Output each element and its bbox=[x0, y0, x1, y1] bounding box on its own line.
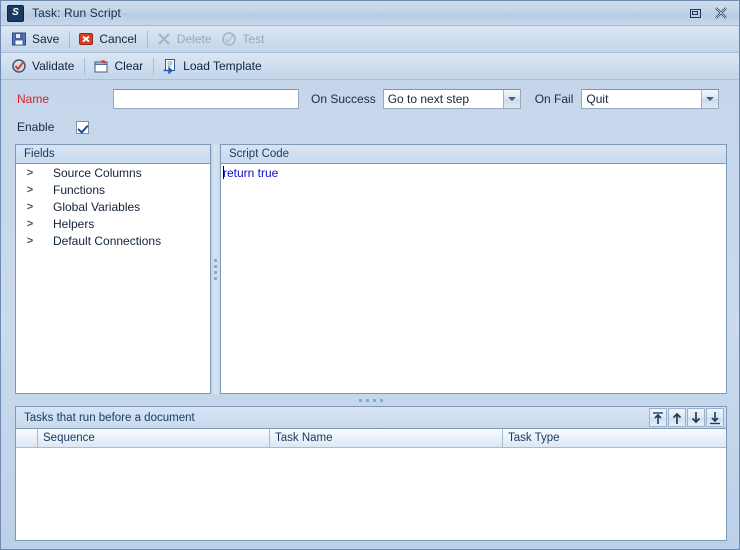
tasks-grid[interactable]: Sequence Task Name Task Type bbox=[16, 429, 726, 540]
cancel-icon bbox=[79, 33, 94, 45]
tree-item-global-variables[interactable]: > Global Variables bbox=[16, 198, 210, 215]
on-success-value: Go to next step bbox=[387, 92, 470, 106]
on-success-dropdown[interactable]: Go to next step bbox=[382, 89, 521, 109]
enable-row: Enable bbox=[17, 116, 729, 138]
tasks-before-document-pane: Tasks that run before a document Sequenc… bbox=[15, 406, 727, 541]
delete-icon bbox=[157, 33, 170, 45]
column-header-task-name[interactable]: Task Name bbox=[270, 429, 503, 447]
toolbar-separator bbox=[84, 57, 86, 75]
tasks-grid-header-row: Sequence Task Name Task Type bbox=[16, 429, 726, 448]
name-input[interactable] bbox=[113, 89, 299, 109]
on-fail-chevron-down-icon[interactable] bbox=[701, 90, 719, 108]
splitter-grip-icon bbox=[359, 398, 383, 402]
chevron-right-icon[interactable]: > bbox=[22, 218, 38, 230]
close-icon bbox=[715, 7, 727, 19]
chevron-right-icon[interactable]: > bbox=[22, 184, 38, 196]
clear-button[interactable]: Clear bbox=[89, 56, 149, 76]
on-fail-dropdown[interactable]: Quit bbox=[581, 89, 720, 109]
column-header-task-type[interactable]: Task Type bbox=[503, 429, 726, 447]
move-to-bottom-button[interactable] bbox=[706, 408, 724, 427]
enable-checkbox[interactable] bbox=[76, 120, 90, 134]
move-down-icon bbox=[691, 411, 701, 423]
tree-item-label: Global Variables bbox=[53, 199, 141, 214]
title-bar: S Task: Run Script bbox=[1, 1, 739, 26]
load-template-label: Load Template bbox=[183, 59, 262, 73]
load-template-button[interactable]: Load Template bbox=[158, 56, 268, 76]
tree-item-label: Source Columns bbox=[53, 165, 142, 180]
window-controls bbox=[687, 5, 735, 21]
middle-section: Fields > Source Columns > Functions > Gl… bbox=[15, 144, 727, 394]
column-header-sequence[interactable]: Sequence bbox=[38, 429, 270, 447]
cancel-button[interactable]: Cancel bbox=[74, 29, 142, 49]
name-row: Name On Success Go to next step On Fail … bbox=[17, 88, 729, 110]
close-button[interactable] bbox=[713, 5, 729, 21]
splitter-grip-icon bbox=[214, 258, 217, 280]
script-app-icon: S bbox=[7, 4, 24, 22]
chevron-right-icon[interactable]: > bbox=[22, 167, 38, 179]
tree-item-default-connections[interactable]: > Default Connections bbox=[16, 232, 210, 249]
move-to-top-icon bbox=[653, 411, 663, 424]
move-up-button[interactable] bbox=[668, 408, 686, 427]
script-code-pane: Script Code return true bbox=[220, 144, 727, 394]
toolbar-separator bbox=[146, 30, 148, 48]
tasks-before-document-title: Tasks that run before a document bbox=[24, 411, 195, 424]
clear-label: Clear bbox=[114, 59, 144, 73]
delete-label: Delete bbox=[176, 32, 212, 46]
chevron-right-icon[interactable]: > bbox=[22, 201, 38, 213]
row-selector-column-header bbox=[16, 429, 38, 447]
vertical-splitter[interactable] bbox=[211, 144, 220, 394]
fields-tree[interactable]: > Source Columns > Functions > Global Va… bbox=[16, 164, 210, 393]
window-title: Task: Run Script bbox=[32, 6, 121, 20]
cancel-label: Cancel bbox=[99, 32, 137, 46]
fields-pane-header: Fields bbox=[16, 145, 210, 164]
on-fail-label: On Fail bbox=[534, 92, 574, 106]
clear-icon bbox=[94, 59, 108, 73]
on-success-chevron-down-icon[interactable] bbox=[502, 90, 520, 108]
tree-item-functions[interactable]: > Functions bbox=[16, 181, 210, 198]
script-code-editor[interactable]: return true bbox=[221, 164, 726, 393]
save-icon bbox=[12, 32, 26, 46]
name-label: Name bbox=[17, 92, 50, 106]
primary-toolbar: Save Cancel Delete Test bbox=[1, 26, 739, 53]
script-code-pane-header: Script Code bbox=[221, 145, 726, 164]
enable-label: Enable bbox=[17, 120, 55, 134]
load-template-icon bbox=[163, 59, 176, 74]
fields-pane: Fields > Source Columns > Functions > Gl… bbox=[15, 144, 211, 394]
move-buttons-group bbox=[648, 408, 726, 427]
test-button: Test bbox=[217, 29, 270, 49]
toolbar-separator bbox=[153, 57, 155, 75]
tasks-grid-body[interactable] bbox=[16, 448, 726, 540]
validate-icon bbox=[12, 59, 26, 73]
tree-item-label: Functions bbox=[53, 182, 106, 197]
tree-item-label: Helpers bbox=[53, 216, 95, 231]
move-to-bottom-icon bbox=[710, 411, 720, 424]
secondary-toolbar: Validate Clear Load Template bbox=[1, 53, 739, 80]
delete-button: Delete bbox=[152, 29, 218, 49]
test-icon bbox=[222, 32, 237, 46]
chevron-right-icon[interactable]: > bbox=[22, 235, 38, 247]
restore-button[interactable] bbox=[687, 5, 703, 21]
script-code-text: return true bbox=[223, 166, 279, 180]
validate-label: Validate bbox=[32, 59, 75, 73]
save-button[interactable]: Save bbox=[7, 29, 65, 49]
toolbar-separator bbox=[69, 30, 71, 48]
tree-item-label: Default Connections bbox=[53, 233, 162, 248]
move-to-top-button[interactable] bbox=[649, 408, 667, 427]
horizontal-splitter[interactable] bbox=[15, 394, 727, 406]
move-up-icon bbox=[672, 412, 682, 424]
tasks-before-document-header: Tasks that run before a document bbox=[16, 407, 726, 429]
move-down-button[interactable] bbox=[687, 408, 705, 427]
task-run-script-window: S Task: Run Script Save Cancel Delete Te… bbox=[0, 0, 740, 550]
restore-icon bbox=[689, 8, 701, 18]
on-success-label: On Success bbox=[311, 92, 376, 106]
form-area: Name On Success Go to next step On Fail … bbox=[1, 80, 739, 140]
test-label: Test bbox=[242, 32, 265, 46]
tree-item-source-columns[interactable]: > Source Columns bbox=[16, 164, 210, 181]
save-label: Save bbox=[32, 32, 60, 46]
tree-item-helpers[interactable]: > Helpers bbox=[16, 215, 210, 232]
script-code-line[interactable]: return true bbox=[221, 164, 726, 180]
on-fail-value: Quit bbox=[586, 92, 609, 106]
validate-button[interactable]: Validate bbox=[7, 56, 80, 76]
